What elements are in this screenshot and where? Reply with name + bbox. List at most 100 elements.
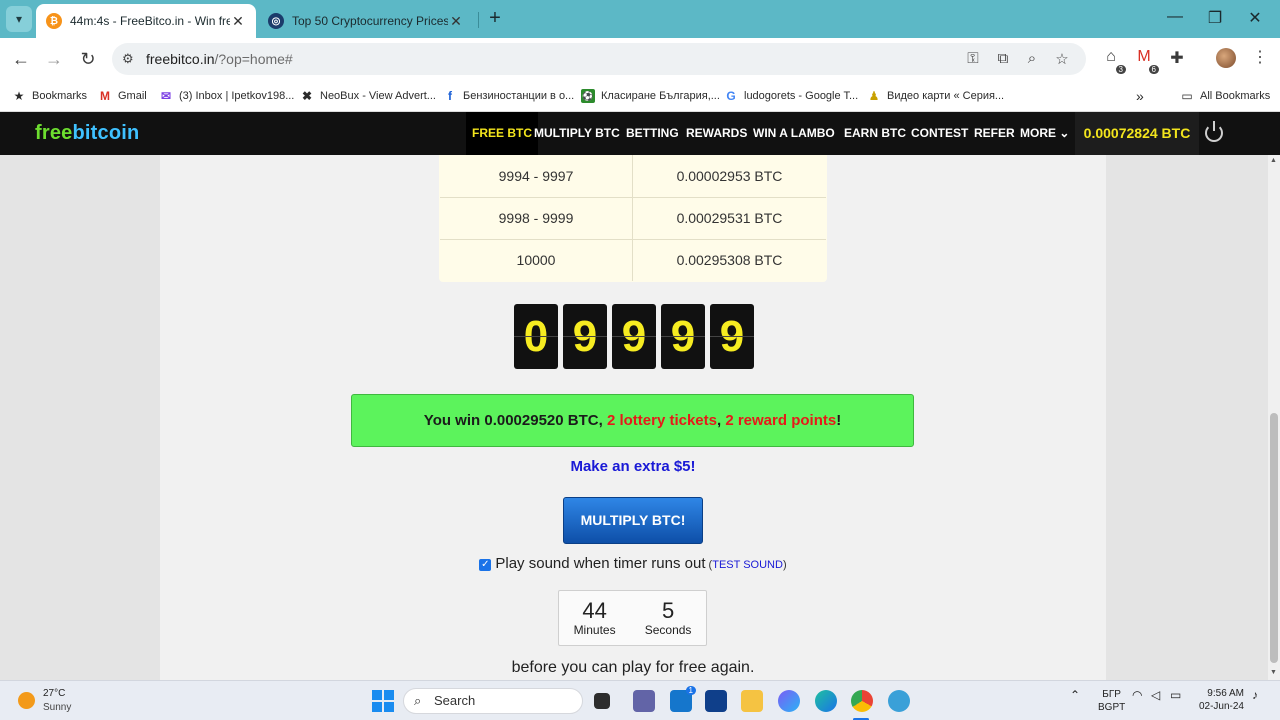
all-bookmarks-folder[interactable]: ▭ All Bookmarks: [1180, 87, 1270, 105]
bookmark-star-icon[interactable]: ☆: [1053, 50, 1071, 68]
bookmark-item[interactable]: ⚽ Класиране България,...: [581, 87, 720, 105]
logout-power-icon[interactable]: [1205, 121, 1223, 142]
profile-avatar[interactable]: [1216, 48, 1236, 68]
google-icon: G: [726, 89, 736, 103]
reward-points-text: 2 reward points: [725, 412, 837, 429]
nav-win-a-lambo[interactable]: WIN A LAMBO: [753, 112, 835, 155]
extension-home-icon[interactable]: ⌂ 3: [1100, 48, 1126, 74]
bookmark-item[interactable]: Gludogorets - Google T...: [724, 87, 858, 105]
browser-menu-icon[interactable]: ⋮: [1252, 47, 1268, 67]
weather-temperature[interactable]: 27°C: [43, 688, 65, 699]
bookmark-item[interactable]: ✉ (3) Inbox | Ipetkov198...: [159, 87, 294, 105]
store-icon[interactable]: [705, 690, 727, 712]
chrome-icon[interactable]: [851, 690, 873, 712]
teams-icon[interactable]: [633, 690, 655, 712]
close-tab-icon[interactable]: ✕: [448, 13, 464, 30]
site-info-icon[interactable]: ⚙: [122, 51, 138, 67]
bookmark-item[interactable]: f Бензиностанции в о...: [443, 87, 574, 105]
battery-icon[interactable]: ▭: [1170, 688, 1181, 702]
lottery-tickets-text: 2 lottery tickets: [606, 412, 717, 429]
tab-search-button[interactable]: ▾: [6, 6, 32, 32]
roll-range-cell: 9994 - 9997: [440, 155, 633, 198]
url-text[interactable]: freebitco.in/?op=home#: [146, 51, 293, 67]
weather-condition[interactable]: Sunny: [43, 702, 71, 713]
notification-bell-icon[interactable]: ♪: [1252, 688, 1258, 702]
close-tab-icon[interactable]: ✕: [230, 13, 246, 30]
table-row: 9994 - 9997 0.00002953 BTC: [440, 155, 826, 198]
file-explorer-icon[interactable]: [741, 690, 763, 712]
language-indicator[interactable]: БГР BGPT: [1098, 688, 1125, 714]
taskbar-clock[interactable]: 9:56 AM 02-Jun-24: [1198, 687, 1244, 713]
roll-range-cell: 10000: [440, 239, 633, 281]
roll-range-cell: 9998 - 9999: [440, 197, 633, 240]
scrollbar-thumb[interactable]: [1270, 413, 1278, 663]
browser-tab-strip: ▾ ₿ 44m:4s - FreeBitco.in - Win free bi …: [0, 0, 1280, 38]
scroll-up-arrow-icon[interactable]: ▲: [1270, 157, 1277, 164]
windows-start-icon[interactable]: [372, 690, 394, 712]
roll-digit: 9: [612, 304, 656, 369]
tab-title: 44m:4s - FreeBitco.in - Win free bi: [70, 14, 230, 28]
site-logo[interactable]: freebitcoin: [35, 122, 139, 145]
extension-gmail-icon[interactable]: M6: [1133, 48, 1159, 74]
reload-button[interactable]: ↻: [77, 48, 99, 70]
test-sound-link[interactable]: TEST SOUND: [712, 559, 783, 571]
tab-coinmarketcap[interactable]: ◎ Top 50 Cryptocurrency Prices, Coin ✕: [258, 4, 474, 38]
new-tab-button[interactable]: +: [484, 8, 506, 30]
more-bookmarks-chevron-icon[interactable]: »: [1136, 87, 1144, 105]
multiply-btc-button[interactable]: MULTIPLY BTC!: [563, 497, 703, 544]
open-in-app-icon[interactable]: ⧉: [994, 50, 1012, 68]
search-icon: ⌕: [414, 693, 422, 708]
nav-refer[interactable]: REFER: [974, 112, 1015, 155]
sun-weather-icon[interactable]: [18, 692, 35, 709]
nav-earn-btc[interactable]: EARN BTC: [844, 112, 906, 155]
back-button[interactable]: ←: [10, 48, 32, 70]
scroll-down-arrow-icon[interactable]: ▼: [1270, 669, 1277, 676]
timer-caption: before you can play for free again.: [511, 659, 755, 676]
page-scrollbar[interactable]: ▲ ▼: [1268, 155, 1280, 680]
make-extra-link[interactable]: Make an extra $5!: [0, 458, 1266, 475]
double-chevron-down-icon: ⌄: [1059, 126, 1070, 140]
bookmark-item[interactable]: ★ Bookmarks: [12, 87, 87, 105]
nav-betting[interactable]: BETTING: [626, 112, 679, 155]
extensions-puzzle-icon[interactable]: ✚: [1166, 48, 1188, 70]
edge-icon[interactable]: [815, 690, 837, 712]
bookmark-item[interactable]: M Gmail: [98, 87, 147, 105]
bitcoin-favicon-icon: ₿: [46, 13, 62, 29]
network-globe-icon[interactable]: [888, 690, 910, 712]
fuel-site-icon: f: [448, 89, 452, 103]
wifi-icon[interactable]: ◠: [1132, 688, 1142, 702]
nav-rewards[interactable]: REWARDS: [686, 112, 747, 155]
payout-cell: 0.00002953 BTC: [632, 155, 826, 198]
zoom-icon[interactable]: ⌕: [1023, 50, 1041, 68]
minimize-window-button[interactable]: —: [1160, 8, 1190, 26]
nav-contest[interactable]: CONTEST: [911, 112, 968, 155]
copilot-icon[interactable]: [778, 690, 800, 712]
table-row: 9998 - 9999 0.00029531 BTC: [440, 197, 826, 240]
table-row: 10000 0.00295308 BTC: [440, 239, 826, 281]
nav-more[interactable]: MORE ⌄: [1020, 112, 1069, 155]
address-bar[interactable]: ⚙ freebitco.in/?op=home# ⚿ ⧉ ⌕ ☆: [112, 43, 1086, 75]
play-sound-checkbox[interactable]: ✓: [479, 559, 492, 571]
nav-free-btc[interactable]: FREE BTC: [466, 112, 538, 155]
taskbar-search-box[interactable]: ⌕ Search: [403, 688, 583, 714]
neobux-icon: ✖: [301, 89, 313, 103]
forward-button[interactable]: →: [43, 48, 65, 70]
mail-app-icon[interactable]: 1: [670, 686, 696, 712]
payout-table: 9994 - 9997 0.00002953 BTC 9998 - 9999 0…: [439, 155, 827, 282]
roll-digit: 9: [661, 304, 705, 369]
site-header: freebitcoin FREE BTC MULTIPLY BTC BETTIN…: [0, 112, 1280, 155]
volume-icon[interactable]: ◁: [1151, 688, 1160, 702]
bookmark-item[interactable]: ♟ Видео карти « Серия...: [867, 87, 1005, 105]
bookmark-item[interactable]: ✖ NeoBux - View Advert...: [300, 87, 436, 105]
tab-freebitcoin[interactable]: ₿ 44m:4s - FreeBitco.in - Win free bi ✕: [36, 4, 256, 38]
task-view-icon[interactable]: [594, 693, 610, 709]
close-window-button[interactable]: ✕: [1240, 8, 1270, 28]
tray-overflow-chevron-icon[interactable]: ⌃: [1070, 688, 1080, 702]
tab-divider: [478, 12, 479, 28]
video-cards-icon: ♟: [868, 89, 880, 103]
restore-window-button[interactable]: ❐: [1200, 8, 1230, 28]
roll-result-digits: 0 9 9 9 9: [514, 304, 754, 369]
password-key-icon[interactable]: ⚿: [964, 50, 982, 68]
countdown-timer: 44 Minutes 5 Seconds: [558, 590, 707, 646]
nav-multiply-btc[interactable]: MULTIPLY BTC: [534, 112, 620, 155]
